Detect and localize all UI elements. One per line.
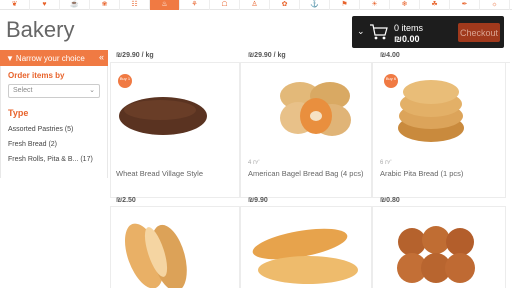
category-tab-icon[interactable]: ☘ [420,0,450,10]
product-price: ₪4.00 [380,52,400,59]
chevron-down-icon[interactable]: ⌄ [357,26,365,37]
category-nav: ❦ ♥ ☕ ❀ ☷ ♨ ⚘ ☖ ♙ ✿ ⚓ ⚑ ☀ ❄ ☘ ✒ ☼ [0,0,512,10]
filter-header[interactable]: ▼ Narrow your choice « [0,50,108,66]
category-tab-icon[interactable]: ✒ [450,0,480,10]
type-filter-item[interactable]: Fresh Rolls, Pita & B... (17) [8,156,100,163]
product-qty: 4 יח' [248,160,260,166]
filter-body: Order items by Select ⌄ Type Assorted Pa… [0,66,108,178]
checkout-button[interactable]: Checkout [458,23,500,42]
category-tab-icon[interactable]: ♥ [30,0,60,10]
category-tab-icon[interactable]: ✿ [270,0,300,10]
category-tab-icon[interactable]: ☕ [60,0,90,10]
product-price: ₪29.90 / kg [248,52,286,59]
category-tab-icon[interactable]: ❦ [0,0,30,10]
category-tab-icon[interactable]: ☼ [480,0,510,10]
product-image[interactable] [278,78,352,140]
category-tab-icon[interactable]: ♨ [150,0,180,10]
category-tab-icon[interactable]: ⚑ [330,0,360,10]
order-by-select[interactable]: Select ⌄ [8,84,100,98]
product-price: ₪9.90 [248,197,268,204]
collapse-icon[interactable]: « [99,52,104,62]
product-qty: 6 יח' [380,160,392,166]
cart-widget[interactable]: ⌄ 0 items ₪0.00 Checkout [352,16,504,48]
category-tab-icon[interactable]: ☷ [120,0,150,10]
category-tab-icon[interactable]: ❄ [390,0,420,10]
promo-badge: Buy 1 [118,74,132,88]
shopping-cart-icon [370,24,388,40]
cart-items-count: 0 items [394,23,424,33]
chevron-down-icon: ⌄ [89,87,95,94]
product-image[interactable] [116,90,210,140]
filter-sidebar: ▼ Narrow your choice « Order items by Se… [0,50,108,288]
product-price: ₪29.90 / kg [116,52,154,59]
product-name[interactable]: Arabic Pita Bread (1 pcs) [380,169,463,178]
category-tab-icon[interactable]: ♙ [240,0,270,10]
product-name[interactable]: Wheat Bread Village Style [116,169,203,178]
page-title: Bakery [6,17,75,42]
select-value: Select [13,87,33,94]
product-image[interactable] [250,222,360,288]
order-by-label: Order items by [8,71,65,80]
category-tab-icon[interactable]: ☀ [360,0,390,10]
product-image[interactable] [396,226,476,286]
type-label: Type [8,108,29,118]
funnel-icon: ▼ [6,53,14,63]
category-tab-icon[interactable]: ⚘ [180,0,210,10]
product-image[interactable] [114,222,200,288]
product-name[interactable]: American Bagel Bread Bag (4 pcs) [248,169,363,178]
product-image[interactable] [396,78,466,144]
category-tab-icon[interactable]: ❀ [90,0,120,10]
cart-total: ₪0.00 [394,34,420,44]
category-tab-icon[interactable]: ⚓ [300,0,330,10]
product-grid: ₪29.90 / kg ₪29.90 / kg ₪4.00 Buy 1 Whea… [110,50,510,288]
product-price: ₪0.80 [380,197,400,204]
filter-title: Narrow your choice [15,53,85,63]
type-filter-item[interactable]: Assorted Pastries (5) [8,126,100,133]
product-price: ₪2.50 [116,197,136,204]
type-filter-item[interactable]: Fresh Bread (2) [8,141,100,148]
category-tab-icon[interactable]: ☖ [210,0,240,10]
